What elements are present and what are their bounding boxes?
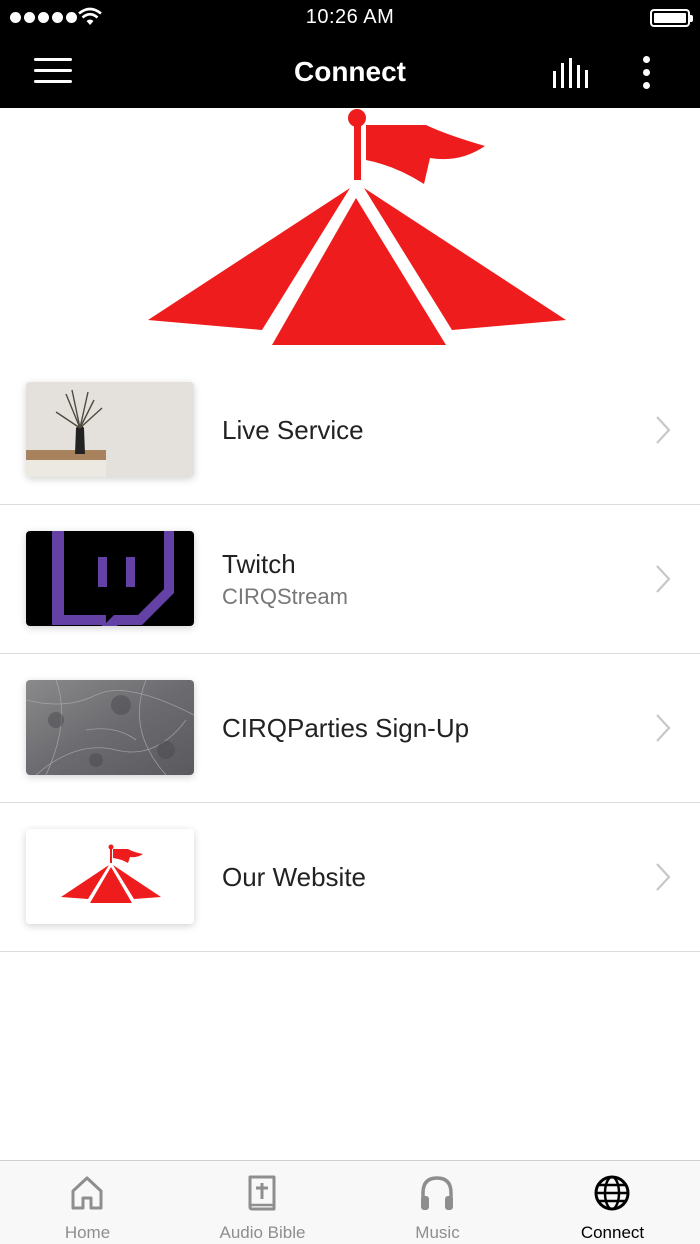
list-item-title: Twitch bbox=[222, 548, 296, 579]
bible-icon bbox=[248, 1175, 276, 1211]
home-icon bbox=[71, 1176, 103, 1210]
list-item-live-service[interactable]: Live Service bbox=[0, 356, 700, 505]
tab-label: Music bbox=[415, 1223, 460, 1242]
live-service-thumbnail bbox=[26, 382, 194, 477]
chevron-right-icon bbox=[656, 565, 671, 593]
list-item-twitch[interactable]: Twitch CIRQStream bbox=[0, 505, 700, 654]
tab-label: Home bbox=[64, 1223, 111, 1242]
chevron-right-icon bbox=[656, 863, 671, 891]
status-bar: 10:26 AM bbox=[0, 0, 700, 36]
twitch-thumbnail bbox=[26, 531, 194, 626]
headphones-icon bbox=[421, 1176, 453, 1210]
tab-connect[interactable]: Connect bbox=[525, 1161, 700, 1244]
status-time: 10:26 AM bbox=[305, 6, 395, 28]
connect-list: Live Service Twitch CIRQStream CIRQParti… bbox=[0, 356, 700, 952]
website-logo-thumbnail bbox=[26, 829, 194, 924]
chevron-right-icon bbox=[656, 714, 671, 742]
list-item-cirqparties-signup[interactable]: CIRQParties Sign-Up bbox=[0, 654, 700, 803]
page-title: Connect bbox=[294, 56, 406, 87]
list-item-our-website[interactable]: Our Website bbox=[0, 803, 700, 952]
tab-music[interactable]: Music bbox=[350, 1161, 525, 1244]
list-item-title: Our Website bbox=[222, 861, 367, 892]
tab-audio-bible[interactable]: Audio Bible bbox=[175, 1161, 350, 1244]
tab-bar: Home Audio Bible Music Connect bbox=[0, 1160, 700, 1244]
tab-label: Audio Bible bbox=[219, 1223, 306, 1242]
battery-icon bbox=[650, 9, 693, 27]
navigation-bar: Connect bbox=[0, 36, 700, 108]
list-item-subtitle: CIRQStream bbox=[222, 583, 348, 609]
list-item-title: Live Service bbox=[222, 414, 364, 445]
globe-icon bbox=[594, 1175, 630, 1211]
tab-label: Connect bbox=[580, 1223, 645, 1242]
circus-tent-logo bbox=[148, 109, 566, 345]
chevron-right-icon bbox=[656, 416, 671, 444]
equalizer-icon[interactable] bbox=[552, 58, 594, 88]
marble-thumbnail bbox=[26, 680, 194, 775]
more-options-icon[interactable] bbox=[636, 54, 658, 92]
tab-home[interactable]: Home bbox=[0, 1161, 175, 1244]
list-item-title: CIRQParties Sign-Up bbox=[222, 712, 470, 743]
